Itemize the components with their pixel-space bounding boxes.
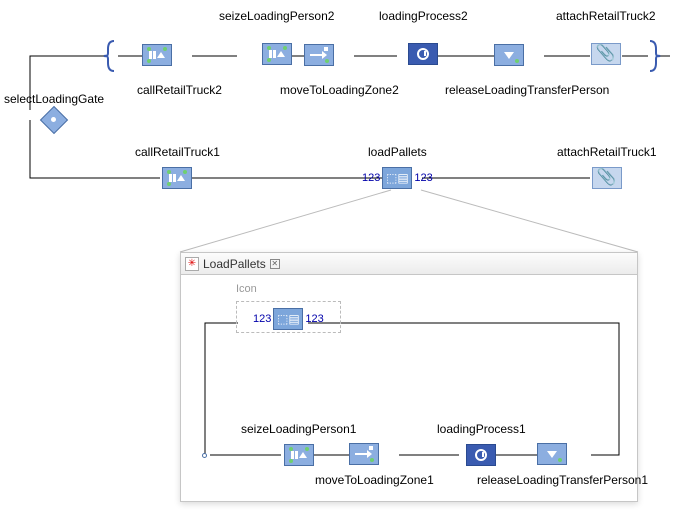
label-releaseLoadingTransferPerson: releaseLoadingTransferPerson	[445, 83, 609, 97]
delay-block-loadingProcess1[interactable]: loadingProcess1	[437, 422, 526, 466]
release-block-releaseLoadingTransferPerson[interactable]	[494, 44, 524, 66]
label-moveToLoadingZone2: moveToLoadingZone2	[280, 83, 399, 97]
close-icon[interactable]: ✕	[270, 259, 280, 269]
move-block-moveToLoadingZone1[interactable]	[349, 443, 379, 465]
seize-block-seizeLoadingPerson1[interactable]: seizeLoadingPerson1	[241, 422, 356, 466]
count-in-loadPallets: 123	[362, 172, 380, 184]
label-attachRetailTruck1: attachRetailTruck1	[557, 145, 657, 159]
label-releaseLoadingTransferPerson1: releaseLoadingTransferPerson1	[477, 473, 648, 487]
label-seizeLoadingPerson1: seizeLoadingPerson1	[241, 422, 356, 436]
move-block-moveToLoadingZone2[interactable]	[304, 44, 334, 66]
brace-out[interactable]	[648, 39, 662, 73]
label-seizeLoadingPerson2: seizeLoadingPerson2	[219, 9, 334, 23]
label-callRetailTruck2: callRetailTruck2	[137, 83, 222, 97]
select-output-block[interactable]: selectLoadingGate	[4, 92, 104, 130]
label-callRetailTruck1: callRetailTruck1	[135, 145, 220, 159]
seize-block-callRetailTruck2[interactable]	[142, 44, 172, 66]
forklift-icon: ⬚▤	[386, 172, 409, 184]
label-loadingProcess2: loadingProcess2	[379, 9, 468, 23]
release-block-releaseLoadingTransferPerson1[interactable]	[537, 443, 567, 465]
seize-block-callRetailTruck1[interactable]: callRetailTruck1	[135, 145, 220, 189]
delay-block-loadingProcess2[interactable]: loadingProcess2	[379, 9, 468, 65]
label-selectLoadingGate: selectLoadingGate	[4, 92, 104, 106]
attach-block-attachRetailTruck1[interactable]: attachRetailTruck1 📎	[557, 145, 657, 189]
subpanel-title: LoadPallets	[203, 257, 266, 271]
icon-placeholder[interactable]: 123 ⬚▤ 123	[236, 301, 341, 333]
forklift-icon: ⬚▤	[277, 313, 300, 325]
label-moveToLoadingZone1: moveToLoadingZone1	[315, 473, 434, 487]
count-out-loadPallets: 123	[414, 172, 432, 184]
paperclip-icon: 📎	[597, 170, 617, 186]
editor-icon: ✳	[185, 257, 199, 271]
brace-in[interactable]	[102, 39, 116, 73]
icon-section-label: Icon	[236, 283, 257, 295]
attach-block-attachRetailTruck2[interactable]: attachRetailTruck2 📎	[556, 9, 656, 65]
count-out-sub: 123	[305, 313, 323, 325]
label-loadingProcess1: loadingProcess1	[437, 422, 526, 436]
subpanel-titlebar[interactable]: ✳ LoadPallets ✕	[181, 253, 637, 275]
paperclip-icon: 📎	[596, 46, 616, 62]
subpanel-loadpallets[interactable]: ✳ LoadPallets ✕ 123 ⬚▤ 123 Icon seizeLoa…	[180, 252, 638, 502]
label-loadPallets: loadPallets	[368, 145, 427, 159]
port-in[interactable]	[202, 453, 207, 458]
label-attachRetailTruck2: attachRetailTruck2	[556, 9, 656, 23]
count-in-sub: 123	[253, 313, 271, 325]
composite-block-loadPallets[interactable]: loadPallets 123 ⬚▤ 123	[362, 145, 433, 189]
